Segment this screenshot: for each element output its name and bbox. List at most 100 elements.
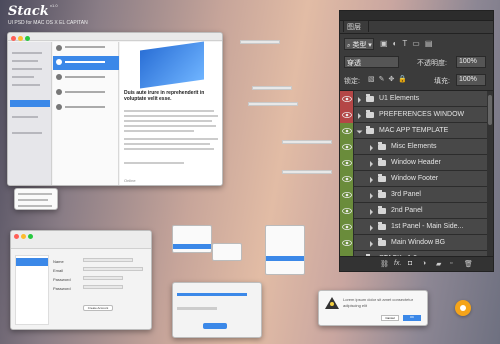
layers-list: U1 Elements PREFERENCES WINDOW MAC APP TEM… — [340, 91, 489, 256]
eye-icon[interactable] — [340, 203, 354, 219]
eye-icon[interactable] — [340, 187, 354, 203]
name-field[interactable] — [83, 258, 133, 262]
create-account-button[interactable]: Create Account — [83, 305, 113, 311]
password-confirm-field[interactable] — [83, 285, 123, 289]
layer-name: U1 Elements — [379, 95, 420, 102]
chevron-right-icon[interactable] — [370, 193, 373, 199]
toolbar-segment[interactable] — [282, 170, 332, 174]
chevron-down-icon[interactable] — [356, 130, 363, 134]
folder-icon — [378, 190, 386, 198]
message-list — [53, 42, 119, 185]
context-menu — [14, 188, 58, 210]
layers-scrollbar[interactable] — [487, 91, 493, 256]
brand-version: v1.0 — [50, 3, 58, 8]
eye-icon[interactable] — [340, 235, 354, 251]
eye-icon[interactable] — [340, 171, 354, 187]
layer-row[interactable]: Main Window BG — [340, 235, 489, 251]
submenu — [212, 243, 242, 261]
sidebar-item-selected[interactable] — [10, 100, 50, 107]
toolbar-segment[interactable] — [240, 40, 280, 44]
chevron-right-icon[interactable] — [358, 97, 361, 103]
toolbar-segment[interactable] — [252, 86, 292, 90]
link-icon[interactable]: ⛓ — [380, 260, 389, 268]
minimize-button[interactable] — [21, 234, 26, 239]
trash-icon[interactable]: 🗑 — [464, 260, 473, 268]
toolbar-segment[interactable] — [282, 140, 332, 144]
account-list — [15, 255, 49, 325]
primary-button[interactable] — [203, 323, 227, 329]
form-labels: Name Email Password Password — [53, 259, 71, 291]
eye-icon[interactable] — [340, 155, 354, 171]
eye-icon[interactable] — [340, 123, 354, 139]
close-button[interactable] — [14, 234, 19, 239]
footer-label: Online — [124, 178, 136, 183]
cancel-button[interactable]: Cancel — [381, 315, 399, 321]
slider[interactable] — [177, 307, 217, 310]
eye-icon[interactable] — [340, 107, 354, 123]
opacity-input[interactable]: 100% — [456, 56, 486, 68]
chevron-right-icon[interactable] — [358, 113, 361, 119]
zoom-button[interactable] — [25, 36, 30, 41]
chevron-right-icon[interactable] — [370, 161, 373, 167]
layer-row[interactable]: Window Header — [340, 155, 489, 171]
chevron-right-icon[interactable] — [370, 241, 373, 247]
layer-row[interactable]: Window Footer — [340, 171, 489, 187]
blend-mode-select[interactable]: 穿透 — [344, 56, 399, 68]
layer-row[interactable]: 3rd Panel — [340, 187, 489, 203]
controls-window — [172, 282, 262, 338]
close-button[interactable] — [11, 36, 16, 41]
reader-pane: Duis aute irure in reprehenderit in volu… — [120, 41, 222, 185]
fx-button[interactable]: fx. — [394, 260, 401, 267]
layer-row[interactable]: PREFERENCES WINDOW — [340, 107, 489, 123]
folder-icon — [378, 158, 386, 166]
password-field[interactable] — [83, 276, 123, 280]
layer-row[interactable]: MAC APP TEMPLATE — [340, 123, 489, 139]
preferences-window: Name Email Password Password Create Acco… — [10, 230, 152, 330]
folder-icon — [378, 142, 386, 150]
toolbar-segment[interactable] — [248, 102, 298, 106]
zoom-button[interactable] — [28, 234, 33, 239]
popup-menu — [265, 225, 305, 275]
eye-icon[interactable] — [340, 139, 354, 155]
lock-label: 锁定: — [344, 78, 360, 85]
new-layer-icon[interactable]: ▫ — [450, 260, 452, 267]
folder-icon — [378, 222, 386, 230]
menu-item-selected[interactable] — [173, 244, 211, 249]
account-selected[interactable] — [16, 258, 48, 266]
layer-name: MAC APP TEMPLATE — [379, 127, 449, 134]
warning-icon — [325, 297, 339, 309]
mac-app-window: Duis aute irure in reprehenderit in volu… — [7, 32, 223, 186]
folder-icon — [366, 94, 374, 102]
layer-row[interactable]: Misc Elements — [340, 139, 489, 155]
orange-logo — [455, 300, 471, 316]
filter-kind-select[interactable]: ⌕ 类型 ▾ — [344, 38, 374, 50]
chevron-right-icon[interactable] — [370, 225, 373, 231]
layer-row[interactable]: 2nd Panel — [340, 203, 489, 219]
lock-icons[interactable]: ▧✎✥🔒 — [368, 75, 411, 83]
sidebar — [8, 42, 52, 185]
folder-icon[interactable]: ▰ — [436, 260, 441, 268]
ok-button[interactable]: OK — [403, 315, 421, 321]
filter-icons[interactable]: ▣◐T▭▤ — [380, 39, 437, 48]
folder-icon — [366, 126, 374, 134]
chevron-right-icon[interactable] — [370, 177, 373, 183]
chevron-right-icon[interactable] — [370, 209, 373, 215]
layer-name: 2nd Panel — [391, 207, 423, 214]
layer-name: Window Header — [391, 159, 441, 166]
list-item-selected[interactable] — [53, 56, 119, 70]
eye-icon[interactable] — [340, 91, 354, 107]
layers-panel: 图层 ⌕ 类型 ▾ ▣◐T▭▤ 穿透 不透明度: 100% 锁定: ▧✎✥🔒 填… — [339, 10, 494, 272]
email-field[interactable] — [83, 267, 143, 271]
layer-row[interactable]: U1 Elements — [340, 91, 489, 107]
tab-layers[interactable]: 图层 — [343, 20, 369, 32]
mask-icon[interactable]: ◘ — [408, 260, 412, 267]
adjustment-icon[interactable]: ◑ — [422, 260, 426, 267]
chevron-right-icon[interactable] — [370, 145, 373, 151]
brand-tagline: UI PSD for MAC OS X EL CAPITAN — [8, 20, 88, 26]
fill-input[interactable]: 100% — [456, 74, 486, 86]
eye-icon[interactable] — [340, 219, 354, 235]
hero-image — [140, 41, 204, 89]
layer-name: PREFERENCES WINDOW — [379, 111, 465, 118]
layer-row[interactable]: 1st Panel - Main Side... — [340, 219, 489, 235]
minimize-button[interactable] — [18, 36, 23, 41]
